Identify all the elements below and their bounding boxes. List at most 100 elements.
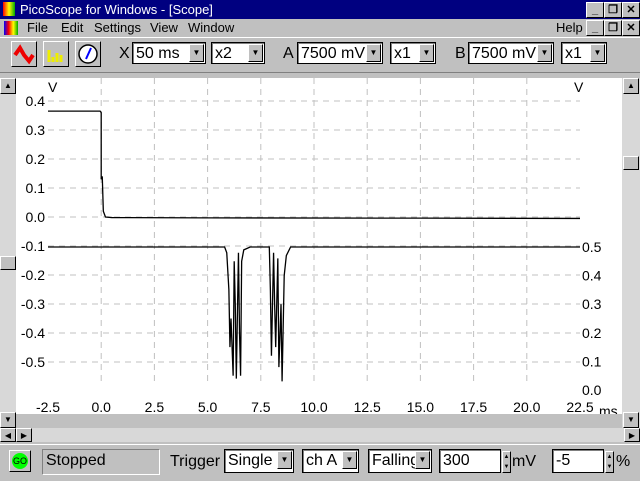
scroll-down-button[interactable]: ▼ <box>623 412 639 428</box>
trigger-label: Trigger <box>170 453 221 470</box>
x-tick-label: 20.0 <box>513 399 540 414</box>
x-tick-label: 5.0 <box>198 399 218 414</box>
scroll-thumb[interactable] <box>623 156 639 170</box>
scroll-up-button[interactable]: ▲ <box>623 78 639 94</box>
status-text: Stopped <box>42 449 160 475</box>
menu-edit[interactable]: Edit <box>61 20 83 35</box>
y-tick-label-left: -0.4 <box>21 325 45 341</box>
chevron-down-icon[interactable]: ▼ <box>277 451 292 469</box>
menu-file[interactable]: File <box>27 20 48 35</box>
x-tick-label: 22.5 <box>566 399 593 414</box>
delay-spinner[interactable]: ▲ ▼ <box>605 451 614 473</box>
channel-b-multiplier-select[interactable]: x1 ▼ <box>561 42 607 64</box>
menu-settings[interactable]: Settings <box>94 20 141 35</box>
minimize-button[interactable]: _ <box>586 2 604 18</box>
spectrum-mode-button[interactable] <box>43 41 69 67</box>
delay-unit: % <box>616 453 631 470</box>
menu-help[interactable]: Help <box>556 20 583 35</box>
horizontal-scrollbar[interactable]: ◀ ▶ ▶ <box>0 428 640 442</box>
document-icon <box>4 21 18 35</box>
scroll-right-button[interactable]: ▶ <box>16 428 32 442</box>
trigger-delay-value: -5 <box>556 452 571 469</box>
scroll-down-button[interactable]: ▼ <box>0 412 16 428</box>
chevron-down-icon[interactable]: ▼ <box>248 44 263 62</box>
scroll-left-button[interactable]: ◀ <box>0 428 16 442</box>
y-tick-label-right: 0.1 <box>582 353 602 369</box>
menu-view[interactable]: View <box>150 20 178 35</box>
doc-restore-button[interactable]: ❐ <box>604 20 622 36</box>
chevron-down-icon[interactable]: ▼ <box>366 44 381 62</box>
chevron-down-icon[interactable]: ▼ <box>590 44 605 62</box>
scroll-end-button[interactable]: ▶ <box>624 428 640 442</box>
title-bar: PicoScope for Windows - [Scope] _ ❐ ✕ <box>0 0 640 19</box>
y-tick-label-left: 0.1 <box>26 180 46 196</box>
meter-mode-button[interactable] <box>75 41 101 67</box>
app-icon <box>3 2 15 16</box>
menu-window[interactable]: Window <box>188 20 234 35</box>
close-button[interactable]: ✕ <box>622 2 640 18</box>
trigger-edge-select[interactable]: Falling ▼ <box>368 449 432 473</box>
channel-b-range-select[interactable]: 7500 mV ▼ <box>468 42 554 64</box>
x-label: X <box>119 45 130 62</box>
toolbar: X 50 ms ▼ x2 ▼ A 7500 mV ▼ x1 ▼ B 7500 mV ▼ x… <box>0 37 640 73</box>
x-axis-unit-label: ms <box>599 403 618 414</box>
b-multiplier-value: x1 <box>565 45 582 62</box>
menu-bar: File Edit Settings View Window Help _ ❐ … <box>0 19 640 37</box>
trigger-channel-value: ch A <box>306 452 338 469</box>
chevron-down-icon[interactable]: ▼ <box>537 44 552 62</box>
trigger-level-value: 300 <box>443 452 470 469</box>
scroll-up-button[interactable]: ▲ <box>0 78 16 94</box>
restore-button[interactable]: ❐ <box>604 2 622 18</box>
x-tick-label: 17.5 <box>460 399 487 414</box>
chevron-down-icon[interactable]: ▼ <box>189 44 204 62</box>
y-axis-label-right: V <box>574 79 584 95</box>
b-range-value: 7500 mV <box>472 45 537 62</box>
x-multiplier-select[interactable]: x2 ▼ <box>211 42 265 64</box>
y-tick-label-left: -0.3 <box>21 296 45 312</box>
chevron-down-icon[interactable]: ▼ <box>342 451 357 469</box>
trigger-delay-input[interactable]: -5 <box>552 449 604 473</box>
y-tick-label-left: 0.2 <box>26 151 46 167</box>
a-multiplier-value: x1 <box>394 45 411 62</box>
scope-mode-button[interactable] <box>11 41 37 67</box>
channel-a-range-select[interactable]: 7500 mV ▼ <box>297 42 383 64</box>
scope-chart: -2.5 0.0 2.5 5.0 7.5 10.0 12.5 15.0 17.5 20.0 22.5… <box>21 78 618 419</box>
y-tick-label-left: 0.4 <box>26 93 46 109</box>
y-tick-label-left: -0.1 <box>21 238 45 254</box>
timebase-value: 50 ms <box>136 45 180 62</box>
x-multiplier-value: x2 <box>215 45 232 62</box>
status-bar: GO Stopped Trigger Single ▼ ch A ▼ Falling… <box>0 444 640 481</box>
trigger-mode-select[interactable]: Single ▼ <box>224 449 294 473</box>
timebase-select[interactable]: 50 ms ▼ <box>132 42 206 64</box>
doc-minimize-button[interactable]: _ <box>586 20 604 36</box>
chevron-down-icon[interactable]: ▼ <box>419 44 434 62</box>
y-tick-label-right: 0.4 <box>582 268 602 284</box>
chevron-down-icon[interactable]: ▼ <box>415 451 430 469</box>
x-tick-label: 2.5 <box>145 399 165 414</box>
scroll-thumb[interactable] <box>0 256 16 270</box>
go-icon: GO <box>12 453 28 469</box>
window-title: PicoScope for Windows - [Scope] <box>20 2 213 17</box>
left-offset-scrollbar[interactable]: ▲ ▼ <box>0 78 16 428</box>
trigger-channel-select[interactable]: ch A ▼ <box>302 449 359 473</box>
x-tick-label: -2.5 <box>36 399 60 414</box>
b-label: B <box>455 45 466 62</box>
x-tick-label: 0.0 <box>91 399 111 414</box>
y-tick-label-right: 0.5 <box>582 239 602 255</box>
go-button[interactable]: GO <box>9 450 31 472</box>
a-label: A <box>283 45 294 62</box>
doc-close-button[interactable]: ✕ <box>622 20 640 36</box>
x-tick-label: 12.5 <box>354 399 381 414</box>
level-spinner[interactable]: ▲ ▼ <box>502 451 511 473</box>
trigger-level-input[interactable]: 300 <box>439 449 501 473</box>
x-tick-label: 15.0 <box>407 399 434 414</box>
x-tick-label: 10.0 <box>300 399 327 414</box>
y-tick-label-left: 0.0 <box>26 209 46 225</box>
right-offset-scrollbar[interactable]: ▲ ▼ <box>622 78 640 428</box>
y-tick-label-left: -0.2 <box>21 267 45 283</box>
scope-plot[interactable]: -2.5 0.0 2.5 5.0 7.5 10.0 12.5 15.0 17.5 20.0 22.5… <box>16 78 622 419</box>
y-tick-label-left: 0.3 <box>26 122 46 138</box>
channel-a-multiplier-select[interactable]: x1 ▼ <box>390 42 436 64</box>
y-tick-label-left: -0.5 <box>21 354 45 370</box>
y-tick-label-right: 0.0 <box>582 382 602 398</box>
